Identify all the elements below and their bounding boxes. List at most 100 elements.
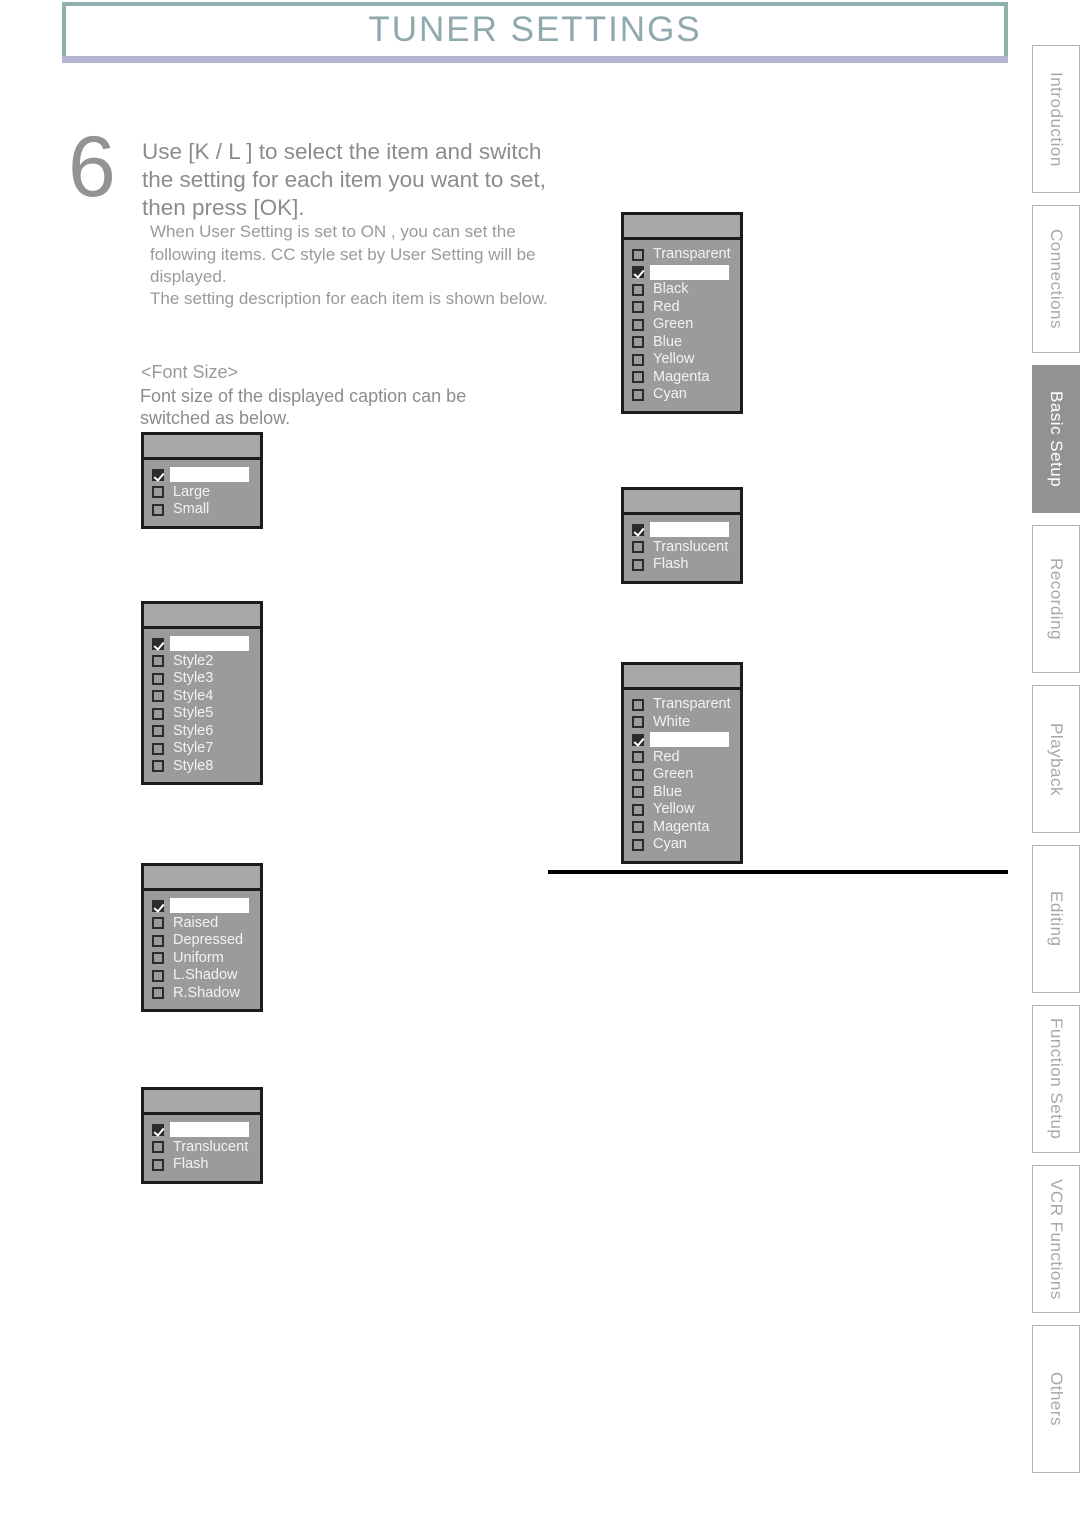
checkbox-icon[interactable]: [632, 336, 644, 349]
header-underline: [62, 56, 1008, 63]
menu-row[interactable]: Yellow: [624, 351, 740, 369]
checkbox-icon[interactable]: [632, 318, 644, 331]
checkbox-icon[interactable]: [632, 821, 644, 834]
menu-row[interactable]: Cyan: [624, 386, 740, 404]
menu-row[interactable]: Blue: [624, 784, 740, 802]
menu-row[interactable]: Style7: [144, 740, 260, 758]
sidebar-tab-label: Others: [1047, 1371, 1066, 1427]
checkbox-icon[interactable]: [632, 541, 644, 554]
menu-row[interactable]: Raised: [144, 915, 260, 933]
menu-row[interactable]: Green: [624, 766, 740, 784]
menu-row-label: Transparent: [653, 246, 731, 263]
checkbox-checked-icon[interactable]: [152, 468, 164, 481]
checkbox-icon[interactable]: [152, 1141, 164, 1154]
menu-row[interactable]: Transparent: [624, 696, 740, 714]
sidebar-tab-others[interactable]: Others: [1032, 1325, 1080, 1473]
menu-row[interactable]: Uniform: [144, 950, 260, 968]
checkbox-icon[interactable]: [152, 969, 164, 982]
menu-row[interactable]: Translucent: [624, 539, 740, 557]
checkbox-icon[interactable]: [632, 558, 644, 571]
checkbox-icon[interactable]: [152, 917, 164, 930]
checkbox-checked-icon[interactable]: [152, 637, 164, 650]
checkbox-checked-icon[interactable]: [632, 733, 644, 746]
section-divider-rule: [548, 870, 1008, 874]
menu-row[interactable]: [144, 466, 260, 484]
menu-row[interactable]: [624, 264, 740, 282]
checkbox-checked-icon[interactable]: [632, 523, 644, 536]
checkbox-icon[interactable]: [152, 725, 164, 738]
checkbox-icon[interactable]: [152, 934, 164, 947]
menu-row[interactable]: Small: [144, 501, 260, 519]
menu-row[interactable]: Translucent: [144, 1139, 260, 1157]
checkbox-icon[interactable]: [152, 486, 164, 499]
menu-row[interactable]: Style6: [144, 723, 260, 741]
checkbox-icon[interactable]: [152, 655, 164, 668]
menu-row[interactable]: Style4: [144, 688, 260, 706]
checkbox-icon[interactable]: [632, 716, 644, 729]
checkbox-icon[interactable]: [632, 353, 644, 366]
menu-row[interactable]: [624, 731, 740, 749]
checkbox-icon[interactable]: [152, 952, 164, 965]
checkbox-icon[interactable]: [632, 698, 644, 711]
checkbox-icon[interactable]: [632, 838, 644, 851]
checkbox-icon[interactable]: [152, 707, 164, 720]
sidebar-tab-label: Function Setup: [1047, 1018, 1066, 1140]
menu-row[interactable]: Green: [624, 316, 740, 334]
menu-row[interactable]: Cyan: [624, 836, 740, 854]
menu-row[interactable]: Blue: [624, 334, 740, 352]
checkbox-icon[interactable]: [152, 690, 164, 703]
menu-body: Style2 Style3 Style4 Style5 Style6 Style7 Styl…: [144, 629, 260, 782]
checkbox-icon[interactable]: [632, 248, 644, 261]
menu-row-label: Blue: [653, 783, 683, 800]
menu-row[interactable]: Yellow: [624, 801, 740, 819]
menu-row[interactable]: Magenta: [624, 819, 740, 837]
checkbox-icon[interactable]: [152, 503, 164, 516]
checkbox-icon[interactable]: [632, 751, 644, 764]
menu-row[interactable]: [624, 521, 740, 539]
checkbox-icon[interactable]: [152, 672, 164, 685]
menu-row[interactable]: Black: [624, 281, 740, 299]
menu-row[interactable]: Style2: [144, 653, 260, 671]
checkbox-checked-icon[interactable]: [632, 266, 644, 279]
menu-row[interactable]: Flash: [144, 1156, 260, 1174]
menu-row[interactable]: Magenta: [624, 369, 740, 387]
sidebar-tab-basic-setup[interactable]: Basic Setup: [1032, 365, 1080, 513]
checkbox-icon[interactable]: [632, 388, 644, 401]
sidebar-tab-introduction[interactable]: Introduction: [1032, 45, 1080, 193]
checkbox-icon[interactable]: [152, 987, 164, 1000]
sidebar-tab-vcr-functions[interactable]: VCR Functions: [1032, 1165, 1080, 1313]
menu-row[interactable]: Style3: [144, 670, 260, 688]
sidebar-tab-editing[interactable]: Editing: [1032, 845, 1080, 993]
checkbox-checked-icon[interactable]: [152, 899, 164, 912]
checkbox-icon[interactable]: [632, 283, 644, 296]
checkbox-icon[interactable]: [632, 371, 644, 384]
menu-row[interactable]: White: [624, 714, 740, 732]
menu-row[interactable]: [144, 1121, 260, 1139]
menu-row-label: Yellow: [653, 351, 695, 368]
menu-row[interactable]: [144, 897, 260, 915]
menu-row[interactable]: Transparent: [624, 246, 740, 264]
checkbox-icon[interactable]: [632, 803, 644, 816]
checkbox-icon[interactable]: [632, 768, 644, 781]
sidebar-tab-connections[interactable]: Connections: [1032, 205, 1080, 353]
menu-row[interactable]: Style5: [144, 705, 260, 723]
menu-row[interactable]: Red: [624, 749, 740, 767]
checkbox-icon[interactable]: [152, 760, 164, 773]
menu-row[interactable]: R.Shadow: [144, 985, 260, 1003]
checkbox-icon[interactable]: [152, 742, 164, 755]
checkbox-icon[interactable]: [152, 1158, 164, 1171]
menu-row[interactable]: [144, 635, 260, 653]
menu-row[interactable]: Style8: [144, 758, 260, 776]
sidebar-tab-playback[interactable]: Playback: [1032, 685, 1080, 833]
menu-row[interactable]: L.Shadow: [144, 967, 260, 985]
sidebar-tab-recording[interactable]: Recording: [1032, 525, 1080, 673]
menu-row[interactable]: Red: [624, 299, 740, 317]
checkbox-icon[interactable]: [632, 786, 644, 799]
menu-title-bar: [624, 665, 740, 690]
menu-row[interactable]: Depressed: [144, 932, 260, 950]
sidebar-tab-function-setup[interactable]: Function Setup: [1032, 1005, 1080, 1153]
menu-row[interactable]: Flash: [624, 556, 740, 574]
checkbox-checked-icon[interactable]: [152, 1123, 164, 1136]
menu-row[interactable]: Large: [144, 484, 260, 502]
checkbox-icon[interactable]: [632, 301, 644, 314]
